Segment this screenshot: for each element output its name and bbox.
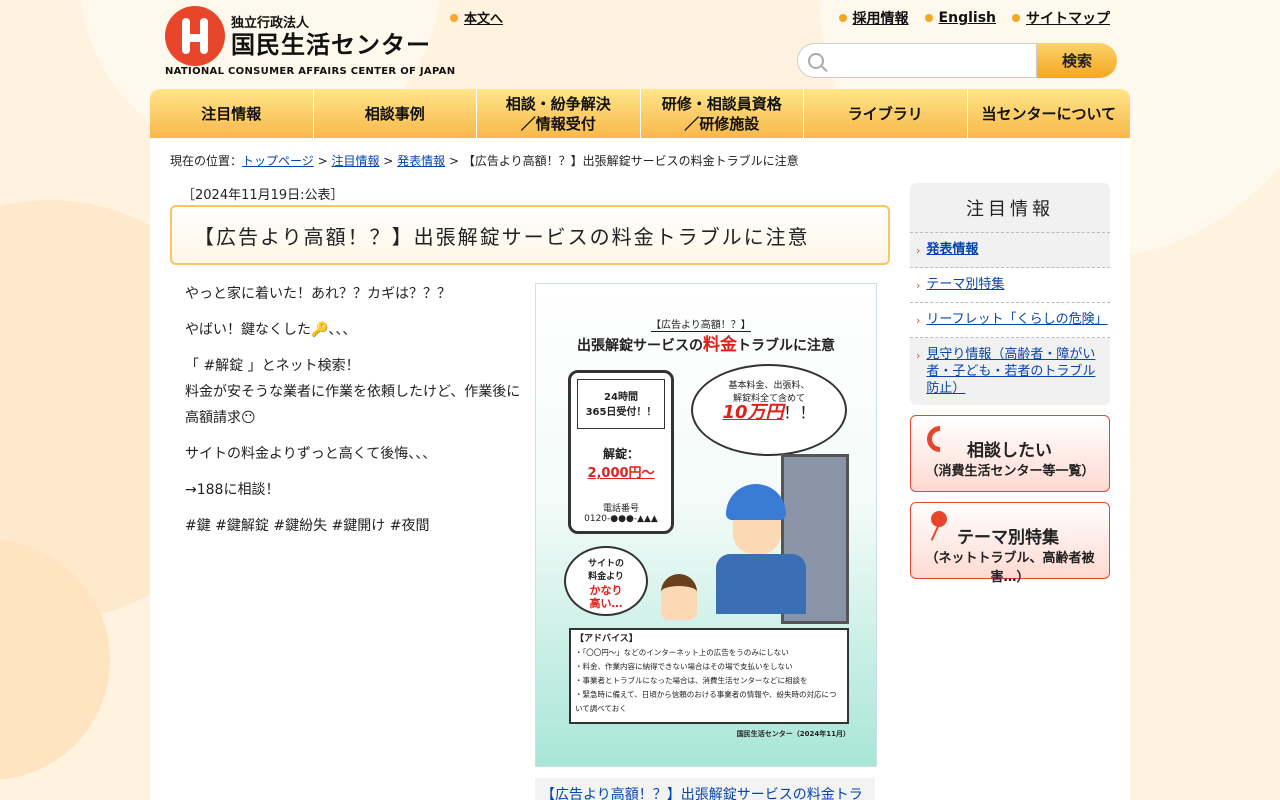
poster-download-link[interactable]: 【広告より高額！？】出張解錠サービスの料金トラ — [541, 787, 863, 800]
chevron-right-icon: › — [916, 314, 921, 327]
breadcrumb-link-top[interactable]: トップページ — [242, 154, 314, 168]
page-wrapper: 独立行政法人 国民生活センター NATIONAL CONSUMER AFFAIR… — [150, 0, 1130, 800]
smartphone-illustration: 24時間 365日受付！！ 解錠： 2,000円〜 電話番号 0120-●●●-▲▲… — [568, 370, 674, 534]
bullet-dot-icon — [1012, 14, 1020, 22]
theme-banner[interactable]: テーマ別特集 （ネットトラブル、高齢者被害…） — [910, 502, 1110, 585]
site-header: 独立行政法人 国民生活センター NATIONAL CONSUMER AFFAIR… — [150, 0, 1130, 89]
breadcrumb: 現在の位置：トップページ > 注目情報 > 発表情報 > 【広告より高額！？】出… — [170, 154, 799, 168]
breadcrumb-current: 【広告より高額！？】出張解錠サービスの料金トラブルに注意 — [462, 154, 799, 168]
girl-illustration — [661, 574, 697, 620]
article: ［2024年11月19日:公表］ 【広告より高額！？】出張解錠サービスの料金トラ… — [170, 184, 890, 800]
sitemap-link[interactable]: サイトマップ — [1012, 8, 1110, 28]
paragraph: 「 #解錠 」とネット検索！ 料金が安そうな業者に作業を依頼したけど、作業後に高… — [185, 358, 521, 426]
publish-date: ［2024年11月19日:公表］ — [182, 188, 344, 203]
logo-english: NATIONAL CONSUMER AFFAIRS CENTER OF JAPA… — [165, 66, 456, 77]
utility-links: 採用情報 English サイトマップ — [838, 8, 1110, 28]
breadcrumb-link-featured[interactable]: 注目情報 — [331, 154, 379, 168]
sidebar-item-themes[interactable]: › テーマ別特集 — [910, 268, 1110, 303]
site-logo[interactable]: 独立行政法人 国民生活センター NATIONAL CONSUMER AFFAIR… — [165, 6, 455, 80]
sidebar-item-watch[interactable]: › 見守り情報（高齢者・障がい者・子ども・若者のトラブル防止） — [910, 338, 1110, 405]
article-body: やっと家に着いた！あれ？？カギは？？？ やばい！鍵なくした🔑、、、 「 #解錠 … — [185, 281, 525, 549]
global-nav: 注目情報 相談事例 相談・紛争解決 ／情報受付 研修・相談員資格 ／研修施設 ラ… — [150, 89, 1130, 138]
bullet-dot-icon — [450, 13, 458, 22]
content-area: 現在の位置：トップページ > 注目情報 > 発表情報 > 【広告より高額！？】出… — [150, 138, 1130, 800]
sidebar: 注目情報 › 発表情報 › テーマ別特集 › リーフレット「くらしの危険」 › 見守り情… — [910, 183, 1110, 585]
breadcrumb-link-releases[interactable]: 発表情報 — [397, 154, 445, 168]
nav-item-cases[interactable]: 相談事例 — [314, 89, 477, 138]
chevron-right-icon: › — [916, 279, 921, 292]
paragraph: やっと家に着いた！あれ？？カギは？？？ — [185, 286, 451, 302]
hashtags: #鍵 #鍵解錠 #鍵紛失 #鍵開け #夜間 — [185, 518, 430, 534]
chevron-right-icon: › — [916, 244, 921, 257]
chevron-right-icon: › — [916, 349, 921, 362]
consult-banner[interactable]: 相談したい （消費生活センター等一覧） — [910, 415, 1110, 492]
english-link[interactable]: English — [924, 8, 996, 28]
search-button[interactable]: 検索 — [1037, 43, 1117, 78]
sidebar-item-leaflet[interactable]: › リーフレット「くらしの危険」 — [910, 303, 1110, 338]
advice-box: 【アドバイス】 ・「〇〇円〜」などのインターネット上の広告をうのみにしない ・料… — [569, 628, 849, 724]
thought-bubble: サイトの 料金より かなり 高い… — [564, 546, 648, 616]
paragraph: サイトの料金よりずっと高くて後悔、、、 — [185, 446, 437, 462]
nav-item-featured[interactable]: 注目情報 — [150, 89, 314, 138]
poster-caption: 【広告より高額！？】出張解錠サービスの料金トラ — [535, 778, 875, 800]
recruit-link[interactable]: 採用情報 — [838, 8, 909, 28]
speech-bubble: 基本料金、出張料、 解錠料全て含めて 10万円！！ — [691, 364, 847, 456]
logo-title: 国民生活センター — [231, 31, 431, 59]
nav-item-consultation[interactable]: 相談・紛争解決 ／情報受付 — [477, 89, 641, 138]
site-search: 検索 — [797, 43, 1117, 78]
nav-item-library[interactable]: ライブラリ — [804, 89, 968, 138]
sidebar-title: 注目情報 — [910, 183, 1110, 233]
phone-icon — [921, 420, 959, 458]
worker-illustration — [711, 474, 821, 614]
paragraph: →188に相談！ — [185, 482, 280, 498]
search-icon — [808, 52, 824, 69]
bullet-dot-icon — [924, 14, 933, 22]
pushpin-icon — [931, 511, 947, 527]
paragraph: やばい！鍵なくした🔑、、、 — [185, 322, 357, 338]
logo-subtitle: 独立行政法人 — [231, 16, 310, 31]
logo-mark-icon — [165, 6, 225, 66]
nav-item-training[interactable]: 研修・相談員資格 ／研修施設 — [641, 89, 804, 138]
search-input[interactable] — [830, 52, 1020, 69]
poster-image[interactable]: 【広告より高額！？】 出張解錠サービスの料金トラブルに注意 24時間 365日受付… — [535, 283, 877, 767]
sidebar-item-releases[interactable]: › 発表情報 — [910, 233, 1110, 268]
bullet-dot-icon — [838, 14, 847, 22]
nav-item-about[interactable]: 当センターについて — [968, 89, 1131, 138]
skip-to-content-link[interactable]: 本文へ — [450, 8, 503, 27]
sidebar-menu: 注目情報 › 発表情報 › テーマ別特集 › リーフレット「くらしの危険」 › 見守り情… — [910, 183, 1110, 405]
page-title: 【広告より高額！？】出張解錠サービスの料金トラブルに注意 — [170, 205, 890, 265]
